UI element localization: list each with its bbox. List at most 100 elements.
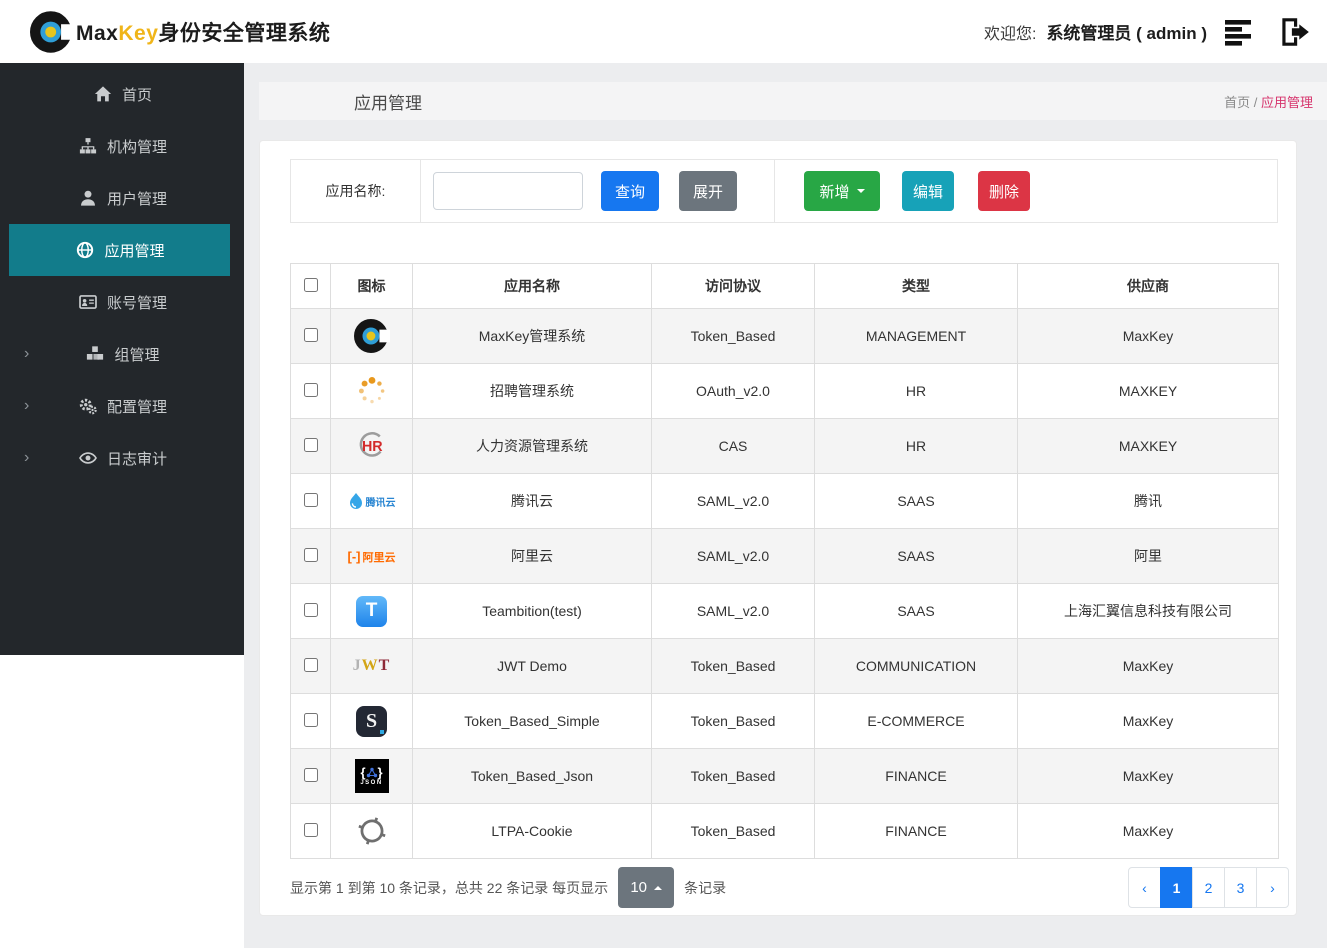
chevron-right-icon: › [24, 449, 30, 466]
sidebar-item-label: 用户管理 [106, 190, 167, 208]
query-button[interactable]: 查询 [601, 171, 659, 211]
app-icon-cell [330, 308, 413, 364]
add-button[interactable]: 新增 [804, 171, 880, 211]
row-checkbox[interactable] [303, 382, 318, 397]
protocol-cell: SAML_v2.0 [651, 583, 815, 639]
list-view-icon[interactable] [1219, 12, 1261, 52]
row-select-cell [290, 473, 331, 529]
page-button-2[interactable]: 2 [1192, 867, 1225, 908]
app-name-cell: Teambition(test) [412, 583, 652, 639]
app-name-cell: JWT Demo [412, 638, 652, 694]
jwt-icon: JWT [352, 657, 391, 675]
sidebar-item-group[interactable]: › 组管理 [0, 328, 244, 380]
protocol-cell: Token_Based [651, 803, 815, 859]
applications-table: 图标 应用名称 访问协议 类型 供应商 MaxKey管理系统 Token_Based MAN… [290, 263, 1279, 859]
app-name-cell: 人力资源管理系统 [412, 418, 652, 474]
sidebar-item-config[interactable]: › 配置管理 [0, 380, 244, 432]
table-row[interactable]: [-] 阿里云 阿里云 SAML_v2.0 SAAS 阿里 [290, 528, 1279, 584]
caret-down-icon [856, 189, 865, 193]
app-name-label: 应用名称: [291, 160, 421, 222]
maxkey-logo-icon [30, 10, 74, 53]
row-select-cell [290, 803, 331, 859]
next-page-button[interactable]: › [1256, 867, 1289, 908]
main-area: 应用管理 首页 / 应用管理 应用名称: 查询 展开 新增 编辑 删除 图标 应用… [244, 63, 1327, 948]
cubes-icon [84, 345, 106, 363]
table-row[interactable]: T Teambition(test) SAML_v2.0 SAAS 上海汇翼信息科技有限… [290, 583, 1279, 639]
logout-icon[interactable] [1273, 12, 1315, 52]
sidebar-item-label: 首页 [121, 86, 152, 104]
sidebar-item-label: 日志审计 [106, 450, 167, 468]
caret-up-icon [654, 885, 663, 890]
sidebar-item-audit[interactable]: › 日志审计 [0, 432, 244, 484]
page-button-3[interactable]: 3 [1224, 867, 1257, 908]
page-size-dropdown[interactable]: 10 [618, 867, 675, 908]
app-name-input[interactable] [433, 172, 583, 210]
delete-button[interactable]: 删除 [978, 171, 1030, 211]
row-checkbox[interactable] [303, 657, 318, 672]
row-select-cell [290, 748, 331, 804]
sidebar-item-account[interactable]: 账号管理 [0, 276, 244, 328]
row-checkbox[interactable] [303, 767, 318, 782]
table-row[interactable]: {} JSON Token_Based_Json Token_Based FINANCE… [290, 748, 1279, 804]
pagination-info: 显示第 1 到第 10 条记录，总共 22 条记录 每页显示 10 条记录 [290, 867, 726, 908]
prev-page-button[interactable]: ‹ [1128, 867, 1161, 908]
edit-button[interactable]: 编辑 [902, 171, 954, 211]
breadcrumb-current[interactable]: 应用管理 [1261, 95, 1313, 110]
row-checkbox[interactable] [303, 492, 318, 507]
table-row[interactable]: LTPA-Cookie Token_Based FINANCE MaxKey [290, 803, 1279, 859]
records-info-text: 显示第 1 到第 10 条记录，总共 22 条记录 每页显示 [290, 879, 609, 896]
sidebar-item-home[interactable]: 首页 [0, 68, 244, 120]
type-cell: FINANCE [814, 803, 1018, 859]
maxkey-icon [353, 318, 390, 354]
chevron-right-icon: › [24, 345, 30, 362]
app-title: MaxKey身份安全管理系统 [76, 21, 331, 45]
table-row[interactable]: S Token_Based_Simple Token_Based E-COMMERCE… [290, 693, 1279, 749]
row-checkbox[interactable] [303, 602, 318, 617]
app-icon-cell: S [330, 693, 413, 749]
app-icon-cell: {} JSON [330, 748, 413, 804]
page-title: 应用管理 [354, 93, 422, 113]
column-header: 访问协议 [651, 263, 815, 309]
app-icon-cell: HR [330, 418, 413, 474]
app-name-cell: Token_Based_Json [412, 748, 652, 804]
row-checkbox[interactable] [303, 547, 318, 562]
tencent-cloud-icon: 腾讯云 [348, 492, 396, 510]
sidebar-item-org[interactable]: 机构管理 [0, 120, 244, 172]
app-name-cell: LTPA-Cookie [412, 803, 652, 859]
table-row[interactable]: 招聘管理系统 OAuth_v2.0 HR MAXKEY [290, 363, 1279, 419]
row-checkbox[interactable] [303, 712, 318, 727]
row-checkbox[interactable] [303, 437, 318, 452]
breadcrumb-home-link[interactable]: 首页 [1224, 95, 1250, 110]
type-cell: HR [814, 363, 1018, 419]
protocol-cell: Token_Based [651, 748, 815, 804]
hr-logo-icon: HR [354, 428, 390, 464]
app-name-cell: 腾讯云 [412, 473, 652, 529]
select-all-cell [290, 263, 331, 309]
user-icon [77, 189, 99, 207]
vendor-cell: MAXKEY [1017, 418, 1279, 474]
id-card-icon [77, 293, 99, 311]
table-body: MaxKey管理系统 Token_Based MANAGEMENT MaxKey 招聘管… [290, 308, 1279, 859]
sidebar-item-app[interactable]: 应用管理 [9, 224, 230, 276]
row-checkbox[interactable] [303, 327, 318, 342]
content-card: 应用名称: 查询 展开 新增 编辑 删除 图标 应用名称 访问协议 类型 供应商 Max… [259, 140, 1297, 916]
page-button-1[interactable]: 1 [1160, 867, 1193, 908]
aliyun-icon: [-] 阿里云 [347, 549, 396, 565]
eye-icon [77, 449, 99, 467]
type-cell: E-COMMERCE [814, 693, 1018, 749]
column-header: 供应商 [1017, 263, 1279, 309]
vendor-cell: 上海汇翼信息科技有限公司 [1017, 583, 1279, 639]
svg-text:HR: HR [361, 439, 382, 455]
sidebar-item-user[interactable]: 用户管理 [0, 172, 244, 224]
protocol-cell: Token_Based [651, 693, 815, 749]
table-row[interactable]: MaxKey管理系统 Token_Based MANAGEMENT MaxKey [290, 308, 1279, 364]
select-all-checkbox[interactable] [303, 277, 318, 292]
expand-button[interactable]: 展开 [679, 171, 737, 211]
type-cell: FINANCE [814, 748, 1018, 804]
row-checkbox[interactable] [303, 822, 318, 837]
vendor-cell: 阿里 [1017, 528, 1279, 584]
table-row[interactable]: HR 人力资源管理系统 CAS HR MAXKEY [290, 418, 1279, 474]
table-row[interactable]: JWT JWT Demo Token_Based COMMUNICATION MaxKe… [290, 638, 1279, 694]
vendor-cell: MaxKey [1017, 308, 1279, 364]
table-row[interactable]: 腾讯云 腾讯云 SAML_v2.0 SAAS 腾讯 [290, 473, 1279, 529]
